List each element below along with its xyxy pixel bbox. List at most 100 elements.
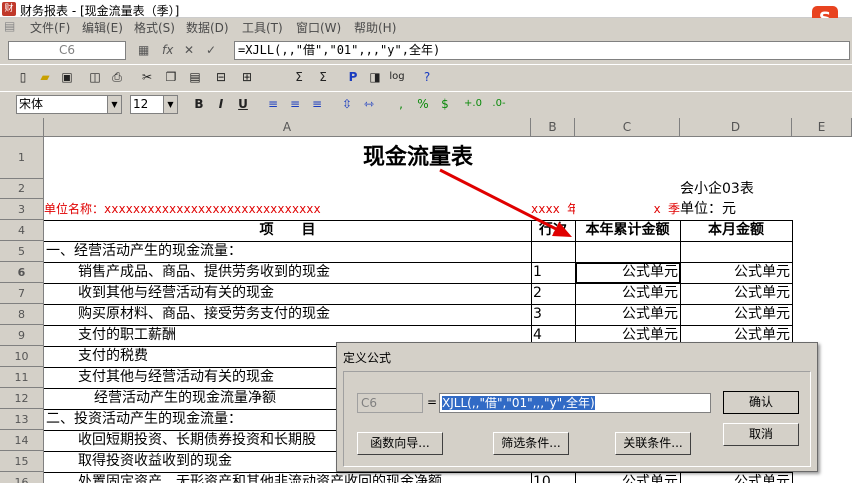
item-month[interactable]: 公式单元 [680,262,790,283]
doc-icon: ▤ [4,19,16,33]
align-center-icon[interactable]: ≡ [286,95,304,113]
decrease-decimal-icon[interactable]: .0- [490,95,508,113]
row-header[interactable]: 9 [0,325,44,346]
column-header-a[interactable]: A [44,118,531,137]
row-header[interactable]: 4 [0,220,44,241]
copy-icon[interactable]: ❐ [162,68,180,86]
print-preview-icon[interactable]: ◫ [86,68,104,86]
item-month[interactable]: 公式单元 [680,472,790,483]
row-header[interactable]: 7 [0,283,44,304]
chevron-down-icon[interactable]: ▼ [107,96,121,113]
item-ytd[interactable]: 公式单元 [575,472,678,483]
comma-icon[interactable]: , [392,95,410,113]
item-line[interactable]: 2 [533,283,575,304]
item-ytd[interactable]: 公式单元 [575,304,678,325]
row-header[interactable]: 11 [0,367,44,388]
row-header[interactable]: 10 [0,346,44,367]
format-painter-icon[interactable]: ⊟ [212,68,230,86]
formula-selected-text[interactable]: XJLL(,,"借","01",,,"y",全年) [442,396,595,410]
bold-button[interactable]: B [190,95,208,113]
sheet-title: 现金流量表 [362,145,473,170]
row-header[interactable]: 3 [0,199,44,220]
calculator-icon[interactable]: ▦ [138,43,149,57]
relation-condition-button[interactable]: 关联条件... [615,432,691,455]
align-right-icon[interactable]: ≡ [308,95,326,113]
column-header-e[interactable]: E [792,118,852,137]
row-header[interactable]: 5 [0,241,44,262]
help-icon[interactable]: ? [418,68,436,86]
cell-reference-box[interactable]: C6 [8,41,126,60]
sheet-icon[interactable]: ◨ [366,68,384,86]
paste-icon[interactable]: ▤ [186,68,204,86]
sum-icon[interactable]: Σ [290,68,308,86]
item-text[interactable]: 销售产成品、商品、提供劳务收到的现金 [78,262,531,283]
new-file-icon[interactable]: ▯ [14,68,32,86]
confirm-button[interactable]: 确认 [723,391,799,414]
underline-button[interactable]: U [234,95,252,113]
font-size-select[interactable]: 12 ▼ [130,95,178,114]
italic-button[interactable]: I [212,95,230,113]
font-select[interactable]: 宋体 ▼ [16,95,122,114]
menu-help[interactable]: 帮助(H) [354,19,396,36]
increase-decimal-icon[interactable]: +.0 [464,95,482,113]
format-toolbar: 宋体 ▼ 12 ▼ B I U ≡ ≡ ≡ ⇳ ⇿ , % $ +.0 .0- [0,91,852,115]
column-header-c[interactable]: C [575,118,680,137]
row-header[interactable]: 12 [0,388,44,409]
open-folder-icon[interactable]: ▰ [36,68,54,86]
item-month[interactable]: 公式单元 [680,283,790,304]
row-header[interactable]: 14 [0,430,44,451]
row-header[interactable]: 15 [0,451,44,472]
form-number: 会小企03表 [680,181,754,197]
menu-data[interactable]: 数据(D) [186,19,229,36]
filter-condition-button[interactable]: 筛选条件... [493,432,569,455]
item-line[interactable]: 3 [533,304,575,325]
row-header[interactable]: 6 [0,262,44,283]
horizontal-fit-icon[interactable]: ⇿ [360,95,378,113]
item-month[interactable]: 公式单元 [680,304,790,325]
menu-format[interactable]: 格式(S) [134,19,175,36]
insert-row-icon[interactable]: ⊞ [238,68,256,86]
function-wizard-button[interactable]: 函数向导... [357,432,443,455]
log-icon[interactable]: log [388,68,406,86]
menu-tools[interactable]: 工具(T) [242,19,283,36]
row-header[interactable]: 8 [0,304,44,325]
page-icon[interactable]: P [344,68,362,86]
formula-input[interactable]: =XJLL(,,"借","01",,,"y",全年) [234,41,850,60]
formula-input-field[interactable]: XJLL(,,"借","01",,,"y",全年) [439,393,711,413]
item-ytd[interactable]: 公式单元 [575,283,678,304]
cut-icon[interactable]: ✂ [138,68,156,86]
sum-all-icon[interactable]: Σ [314,68,332,86]
item-text[interactable]: 处置固定资产、无形资产和其他非流动资产收回的现金净额 [78,472,531,483]
quarter-field: x 季 [653,202,680,216]
accept-icon[interactable]: ✓ [206,43,216,57]
menu-edit[interactable]: 编辑(E) [82,19,123,36]
unit-field: 单位：元 [680,201,736,217]
selected-cell-outline [575,262,681,284]
row-header[interactable]: 13 [0,409,44,430]
corner-cell[interactable] [0,118,44,137]
row-header[interactable]: 16 [0,472,44,483]
item-line[interactable]: 1 [533,262,575,283]
vertical-align-icon[interactable]: ⇳ [338,95,356,113]
item-text[interactable]: 收到其他与经营活动有关的现金 [78,283,531,304]
define-formula-dialog: 定义公式 C6 = XJLL(,,"借","01",,,"y",全年) 确认 取… [336,342,818,472]
formula-bar: C6 ▦ fx ✕ ✓ =XJLL(,,"借","01",,,"y",全年) [0,38,852,62]
print-icon[interactable]: ⎙ [108,68,126,86]
cancel-icon[interactable]: ✕ [184,43,194,57]
row-header[interactable]: 1 [0,137,44,179]
save-icon[interactable]: ▣ [58,68,76,86]
menu-window[interactable]: 窗口(W) [296,19,341,36]
fx-icon[interactable]: fx [162,43,173,57]
item-text[interactable]: 一、经营活动产生的现金流量： [46,241,531,262]
row-header[interactable]: 2 [0,179,44,199]
column-header-b[interactable]: B [531,118,575,137]
menu-file[interactable]: 文件(F) [30,19,70,36]
cancel-button[interactable]: 取消 [723,423,799,446]
column-header-d[interactable]: D [680,118,792,137]
item-line[interactable]: 10 [533,472,575,483]
chevron-down-icon[interactable]: ▼ [163,96,177,113]
percent-button[interactable]: % [414,95,432,113]
align-left-icon[interactable]: ≡ [264,95,282,113]
currency-button[interactable]: $ [436,95,454,113]
item-text[interactable]: 购买原材料、商品、接受劳务支付的现金 [78,304,531,325]
